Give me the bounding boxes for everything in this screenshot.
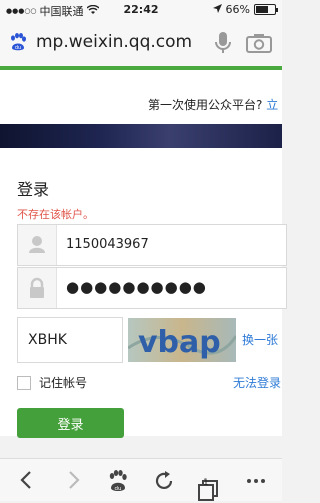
password-input-value[interactable]: ●●●●●●●●●● <box>66 278 207 296</box>
browser-url-bar: du mp.weixin.qq.com <box>0 20 282 66</box>
baidu-paw-icon[interactable]: du <box>8 32 28 52</box>
user-icon <box>18 225 57 265</box>
baidu-home-icon[interactable]: du <box>106 469 130 493</box>
lock-icon <box>18 268 57 308</box>
header-banner <box>0 124 282 148</box>
login-title: 登录 <box>17 180 50 199</box>
verify-code-input[interactable]: XBHK <box>17 317 123 363</box>
tabs-button[interactable]: 1 <box>196 469 220 501</box>
remember-label: 记住帐号 <box>39 376 88 390</box>
status-bar: ●●●○○ 中国联通 22:42 66% <box>0 0 282 20</box>
captcha-image[interactable]: vbap <box>127 318 238 362</box>
microphone-icon[interactable] <box>212 31 234 55</box>
remember-checkbox[interactable] <box>17 375 31 390</box>
battery-icon <box>254 4 278 15</box>
account-input-value[interactable]: 1150043967 <box>66 237 149 252</box>
login-button[interactable]: 登录 <box>17 408 124 438</box>
tabs-count: 1 <box>203 478 209 488</box>
account-field[interactable]: 1150043967 <box>17 224 287 266</box>
cant-login-link[interactable]: 无法登录 <box>233 374 281 391</box>
first-time-prompt: 第一次使用公众平台? 立 <box>148 96 278 113</box>
more-menu-icon[interactable] <box>244 469 268 493</box>
battery-group: 66% <box>212 3 278 16</box>
captcha-text: vbap <box>138 325 221 360</box>
first-time-text: 第一次使用公众平台? <box>148 98 263 112</box>
refresh-icon[interactable] <box>152 469 176 493</box>
location-icon <box>212 3 222 16</box>
back-arrow-icon[interactable] <box>16 469 38 491</box>
forward-arrow-icon[interactable] <box>62 469 84 491</box>
battery-percent: 66% <box>225 3 250 16</box>
verify-code-value[interactable]: XBHK <box>28 332 67 348</box>
browser-toolbar: du 1 <box>0 458 282 501</box>
register-link[interactable]: 立 <box>266 98 278 112</box>
url-text[interactable]: mp.weixin.qq.com <box>36 32 192 52</box>
change-captcha-link[interactable]: 换一张 <box>242 331 278 348</box>
remember-account[interactable]: 记住帐号 <box>17 374 87 391</box>
password-field[interactable]: ●●●●●●●●●● <box>17 267 287 309</box>
camera-icon[interactable] <box>246 33 272 53</box>
error-message: 不存在该帐户。 <box>17 208 94 221</box>
du-logo-text: du <box>15 45 21 51</box>
paw-du-text: du <box>115 486 122 492</box>
